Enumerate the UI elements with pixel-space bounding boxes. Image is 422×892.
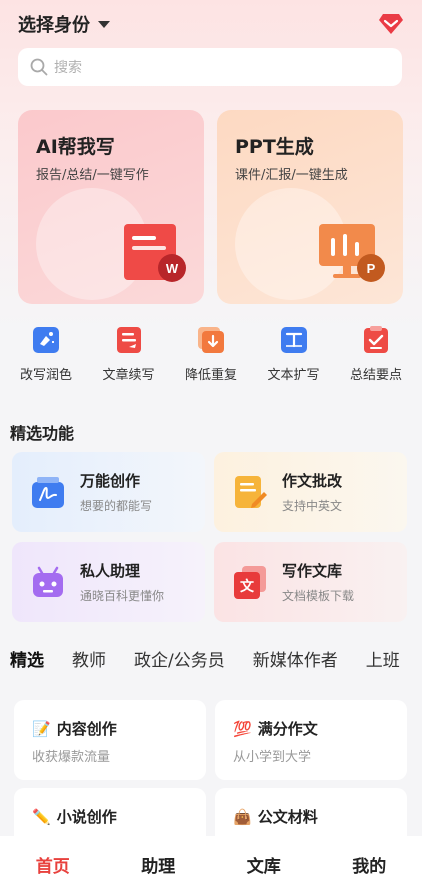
content-card-title: 满分作文 — [257, 720, 318, 738]
universal-creation-icon — [32, 477, 64, 508]
ppt-generate-subtitle: 课件/汇报/一键生成 — [235, 168, 348, 183]
tab-government[interactable]: 政企/公务员 — [134, 646, 225, 676]
ppt-badge-letter: P — [367, 261, 376, 276]
word-document-icon: W — [124, 224, 186, 282]
tool-polish[interactable]: 改写润色 — [8, 325, 84, 383]
tab-new-media[interactable]: 新媒体作者 — [253, 646, 338, 676]
diamond-icon[interactable] — [378, 13, 404, 35]
nav-mine[interactable]: 我的 — [352, 852, 386, 877]
hundred-points-icon: 💯 — [233, 719, 252, 738]
word-badge-letter: W — [166, 261, 179, 276]
tool-continue-label: 文章续写 — [102, 368, 155, 383]
tool-reduce[interactable]: 降低重复 — [173, 325, 249, 383]
tool-continue[interactable]: 文章续写 — [91, 325, 167, 383]
summary-icon — [364, 326, 388, 353]
identity-label: 选择身份 — [18, 15, 90, 36]
feature-essay-correction[interactable]: 作文批改 支持中英文 — [214, 452, 407, 532]
tab-office-worker[interactable]: 上班 — [366, 646, 400, 676]
content-card-content-creation[interactable]: 📝 内容创作 收获爆款流量 — [14, 700, 206, 780]
memo-icon: 📝 — [32, 719, 51, 738]
tool-summary-label: 总结要点 — [349, 368, 402, 383]
tab-teacher[interactable]: 教师 — [72, 646, 106, 676]
featured-section-title: 精选功能 — [10, 424, 75, 443]
tool-reduce-label: 降低重复 — [184, 368, 237, 383]
content-card-full-score-essay[interactable]: 💯 满分作文 从小学到大学 — [215, 700, 407, 780]
nav-assistant[interactable]: 助理 — [141, 852, 175, 877]
content-card-subtitle: 从小学到大学 — [233, 750, 312, 765]
feature-universal-creation-subtitle: 想要的都能写 — [80, 499, 153, 513]
pencil-icon: ✏️ — [32, 807, 51, 826]
search-input[interactable]: 搜索 — [18, 48, 402, 86]
feature-essay-correction-title: 作文批改 — [282, 472, 343, 490]
presentation-icon: P — [319, 224, 385, 282]
handbag-icon: 👜 — [233, 807, 252, 826]
nav-home[interactable]: 首页 — [36, 852, 70, 877]
feature-universal-creation[interactable]: 万能创作 想要的都能写 — [12, 452, 205, 532]
ppt-generate-title: PPT生成 — [235, 136, 314, 158]
tool-summary[interactable]: 总结要点 — [338, 325, 414, 383]
feature-writing-library-subtitle: 文档模板下载 — [282, 589, 355, 603]
feature-universal-creation-title: 万能创作 — [80, 472, 141, 490]
caret-down-icon — [98, 20, 110, 28]
category-tabs: 精选 教师 政企/公务员 新媒体作者 上班 — [10, 646, 422, 676]
writing-library-icon: 文 — [234, 566, 266, 599]
feature-writing-library-title: 写作文库 — [282, 562, 343, 580]
tools-row: 改写润色 文章续写 降低重复 文本扩写 总结要点 — [8, 325, 414, 383]
nav-library[interactable]: 文库 — [247, 852, 281, 877]
tool-expand-label: 文本扩写 — [267, 368, 320, 383]
search-icon — [30, 58, 48, 76]
content-card-title: 内容创作 — [56, 720, 117, 738]
expand-text-icon — [280, 327, 307, 353]
feature-private-assistant[interactable]: 私人助理 通晓百科更懂你 — [12, 542, 205, 622]
ai-write-subtitle: 报告/总结/一键写作 — [36, 168, 149, 183]
header: 选择身份 — [18, 10, 404, 38]
feature-essay-correction-subtitle: 支持中英文 — [282, 499, 343, 513]
ai-write-card[interactable]: AI帮我写 报告/总结/一键写作 W — [18, 110, 204, 304]
tab-featured[interactable]: 精选 — [10, 646, 44, 676]
ppt-generate-card[interactable]: PPT生成 课件/汇报/一键生成 P — [217, 110, 403, 304]
feature-private-assistant-title: 私人助理 — [80, 562, 141, 580]
svg-text:文: 文 — [240, 578, 255, 595]
bottom-navigation: 首页 助理 文库 我的 — [0, 836, 422, 892]
polish-icon — [33, 327, 59, 353]
tool-expand[interactable]: 文本扩写 — [256, 325, 332, 383]
reduce-duplication-icon — [198, 327, 224, 353]
tool-polish-label: 改写润色 — [19, 368, 72, 383]
feature-writing-library[interactable]: 文 写作文库 文档模板下载 — [214, 542, 407, 622]
identity-selector[interactable]: 选择身份 — [18, 11, 110, 37]
robot-assistant-icon — [33, 566, 63, 597]
content-card-title: 公文材料 — [257, 808, 318, 826]
content-card-subtitle: 收获爆款流量 — [32, 750, 111, 765]
search-placeholder: 搜索 — [54, 60, 82, 76]
continue-writing-icon — [116, 327, 141, 353]
ai-write-title: AI帮我写 — [36, 136, 115, 158]
feature-private-assistant-subtitle: 通晓百科更懂你 — [80, 589, 165, 603]
content-card-title: 小说创作 — [56, 808, 117, 826]
essay-correction-icon — [235, 476, 267, 508]
